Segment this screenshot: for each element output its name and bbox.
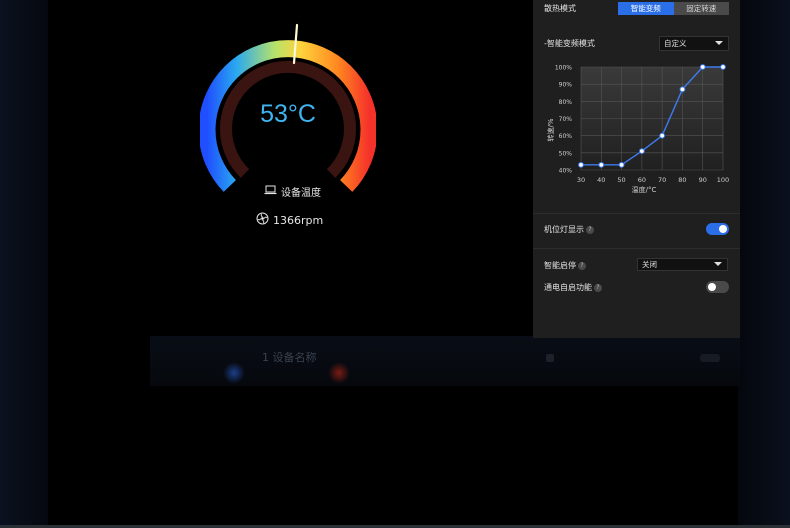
fan-icon: [256, 212, 269, 228]
device-temperature-text: 设备温度: [281, 188, 321, 199]
help-icon[interactable]: ?: [586, 225, 594, 234]
background-blue-indicator: [223, 362, 245, 384]
help-icon[interactable]: ?: [578, 261, 586, 270]
section-divider: [533, 248, 740, 249]
fan-curve-point[interactable]: [638, 148, 645, 155]
temperature-readout: 53°C: [260, 100, 316, 128]
toggle-knob: [708, 283, 716, 291]
background-text: 1 设备名称: [262, 351, 317, 364]
indicator-light-label: 机位灯显示: [544, 225, 584, 234]
chart-x-tick-label: 90: [699, 176, 707, 184]
background-red-indicator: [328, 362, 350, 384]
smart-mode-value: 自定义: [664, 39, 687, 48]
chart-y-tick-label: 70%: [559, 116, 573, 123]
fan-curve-point[interactable]: [699, 64, 706, 70]
fan-curve-point[interactable]: [720, 64, 726, 70]
fan-curve-point[interactable]: [679, 86, 686, 93]
chart-y-tick-label: 50%: [559, 150, 573, 157]
chart-y-tick-label: 40%: [559, 168, 573, 175]
chart-y-tick-label: 60%: [559, 133, 573, 140]
background-control: [700, 354, 720, 362]
toggle-knob: [719, 225, 727, 233]
cooling-mode-selector: 智能变频 固定转速: [618, 2, 729, 15]
left-edge-shade: [0, 0, 48, 528]
fan-speed-label: 1366rpm: [256, 212, 323, 228]
chart-x-axis-label: 温度/°C: [632, 185, 657, 194]
right-edge-shade: [738, 0, 790, 528]
chart-x-tick-label: 40: [597, 176, 605, 184]
tab-fixed-speed[interactable]: 固定转速: [673, 2, 729, 15]
indicator-light-toggle[interactable]: [706, 223, 729, 235]
laptop-icon: [264, 185, 277, 198]
tab-smart-frequency[interactable]: 智能变频: [618, 2, 674, 15]
cooling-settings-panel: 散热模式 智能变频 固定转速 -智能变频模式 自定义 100% 90% 80% 70%…: [533, 0, 740, 338]
chart-x-tick-label: 60: [638, 176, 646, 184]
fan-curve-chart: 100% 90% 80% 70% 60% 50% 40% 30 40 50 60 70 80 90 100…: [546, 64, 729, 194]
smart-start-setting: 智能启停?: [544, 260, 586, 271]
fan-curve-point[interactable]: [578, 161, 584, 168]
chart-x-tick-label: 70: [658, 176, 666, 184]
smart-start-dropdown[interactable]: 关闭: [637, 258, 728, 271]
smart-mode-dropdown[interactable]: 自定义: [659, 36, 729, 51]
chart-y-tick-label: 100%: [555, 65, 572, 72]
help-icon[interactable]: ?: [594, 283, 602, 292]
chart-x-tick-label: 100: [717, 176, 729, 184]
device-temperature-label: 设备温度: [264, 184, 321, 199]
smart-start-value: 关闭: [642, 260, 657, 269]
fan-curve-point[interactable]: [598, 161, 605, 168]
chart-y-tick-label: 80%: [559, 99, 573, 106]
fan-curve-point[interactable]: [618, 161, 625, 168]
cooling-mode-label: 散热模式: [544, 4, 576, 13]
section-divider: [533, 213, 740, 214]
fan-speed-text: 1366rpm: [273, 213, 324, 227]
power-on-label: 通电自启功能: [544, 283, 592, 292]
chart-x-tick-label: 50: [617, 176, 625, 184]
smart-start-label: 智能启停: [544, 261, 576, 270]
smart-mode-label: -智能变频模式: [544, 39, 595, 48]
power-on-toggle[interactable]: [706, 281, 729, 293]
chart-x-tick-label: 80: [678, 176, 686, 184]
chevron-down-icon: [715, 41, 723, 45]
background-icon: [546, 354, 554, 362]
chart-x-tick-label: 30: [577, 176, 585, 184]
indicator-light-setting: 机位灯显示?: [544, 224, 594, 235]
chevron-down-icon: [714, 262, 722, 266]
chart-y-tick-label: 90%: [559, 82, 573, 89]
chart-y-axis-label: 转速/%: [546, 118, 555, 141]
fan-curve-point[interactable]: [659, 132, 666, 139]
power-on-setting: 通电自启功能?: [544, 282, 602, 293]
